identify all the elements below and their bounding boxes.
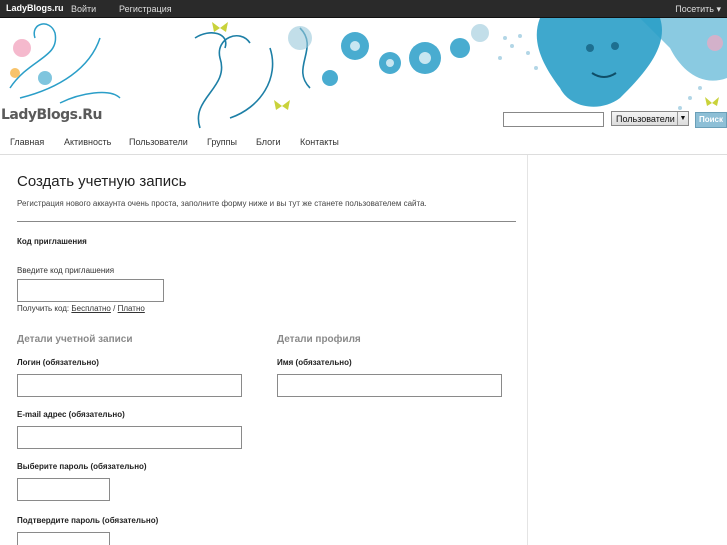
get-code-links: Получить код: Бесплатно / Платно bbox=[17, 304, 145, 313]
visit-menu[interactable]: Посетить ▾ bbox=[675, 4, 721, 15]
admin-bar: LadyBlogs.ru Войти Регистрация Посетить … bbox=[0, 0, 727, 18]
search-scope-value: Пользователи bbox=[616, 114, 675, 124]
email-label: E-mail адрес (обязательно) bbox=[17, 410, 125, 419]
invite-label: Введите код приглашения bbox=[17, 266, 115, 275]
register-link[interactable]: Регистрация bbox=[119, 4, 172, 14]
invite-code-input[interactable] bbox=[17, 279, 164, 302]
nav-item-groups[interactable]: Группы bbox=[207, 137, 237, 147]
login-input[interactable] bbox=[17, 374, 242, 397]
invite-heading: Код приглашения bbox=[17, 237, 87, 246]
page-title: Создать учетную запись bbox=[17, 173, 187, 190]
get-code-label: Получить код: bbox=[17, 304, 70, 313]
divider bbox=[17, 221, 516, 222]
intro-text: Регистрация нового аккаунта очень проста… bbox=[17, 199, 427, 208]
login-label: Логин (обязательно) bbox=[17, 358, 99, 367]
name-input[interactable] bbox=[277, 374, 502, 397]
nav-item-home[interactable]: Главная bbox=[10, 137, 44, 147]
name-label: Имя (обязательно) bbox=[277, 358, 352, 367]
chevron-down-icon: ▼ bbox=[677, 112, 688, 125]
visit-label: Посетить bbox=[675, 4, 714, 14]
nav-item-activity[interactable]: Активность bbox=[64, 137, 111, 147]
password-input[interactable] bbox=[17, 478, 110, 501]
nav-item-blogs[interactable]: Блоги bbox=[256, 137, 280, 147]
admin-bar-brand[interactable]: LadyBlogs.ru bbox=[6, 3, 64, 13]
nav-item-users[interactable]: Пользователи bbox=[129, 137, 188, 147]
search-scope-select[interactable]: Пользователи ▼ bbox=[611, 111, 689, 126]
email-input[interactable] bbox=[17, 426, 242, 449]
chevron-down-icon: ▾ bbox=[716, 4, 721, 14]
nav-item-contacts[interactable]: Контакты bbox=[300, 137, 339, 147]
search-input[interactable] bbox=[503, 112, 604, 127]
sidebar-divider bbox=[527, 155, 528, 545]
search-button[interactable]: Поиск bbox=[695, 112, 727, 128]
profile-section-title: Детали профиля bbox=[277, 334, 361, 345]
site-logo[interactable]: LadyBlogs.Ru bbox=[1, 107, 103, 123]
confirm-password-input[interactable] bbox=[17, 532, 110, 545]
main-nav: Главная Активность Пользователи Группы Б… bbox=[0, 132, 727, 155]
link-separator: / bbox=[113, 304, 116, 313]
login-link[interactable]: Войти bbox=[71, 4, 96, 14]
confirm-password-label: Подтвердите пароль (обязательно) bbox=[17, 516, 159, 525]
account-section-title: Детали учетной записи bbox=[17, 334, 133, 345]
paid-code-link[interactable]: Платно bbox=[118, 304, 145, 313]
free-code-link[interactable]: Бесплатно bbox=[71, 304, 111, 313]
password-label: Выберите пароль (обязательно) bbox=[17, 462, 147, 471]
